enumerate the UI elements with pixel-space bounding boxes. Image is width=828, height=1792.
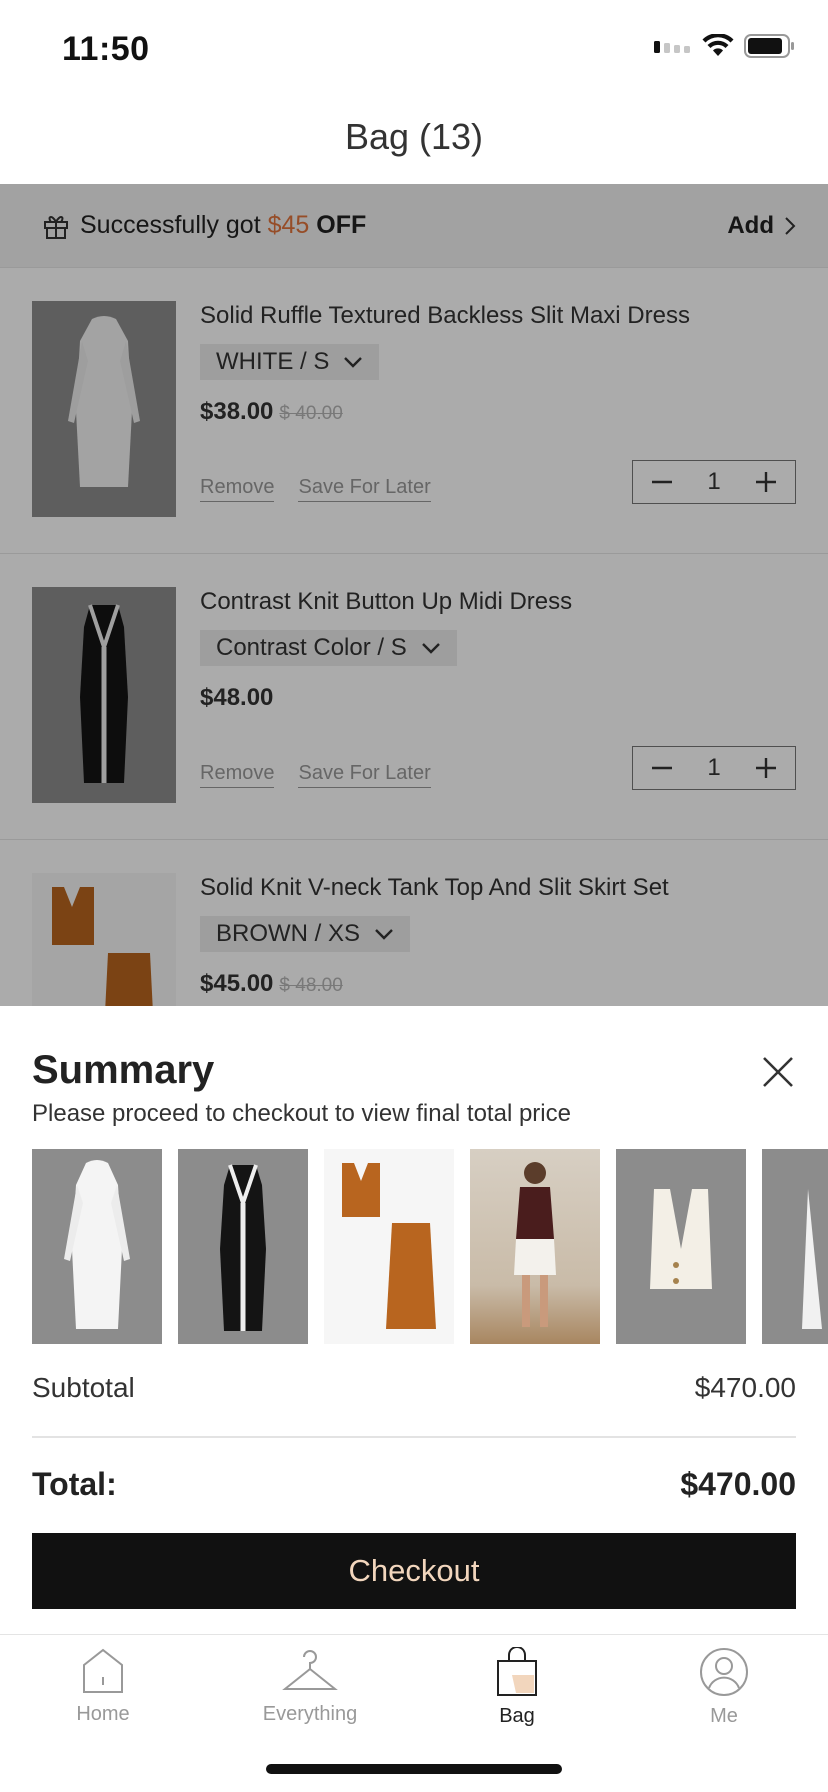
subtotal-label: Subtotal: [32, 1372, 135, 1403]
current-price: $38.00: [200, 398, 274, 425]
plus-icon[interactable]: [755, 757, 777, 779]
bag-content: Successfully got $45 OFF Add Solid Ruffl…: [0, 184, 828, 1006]
promo-prefix: Successfully got: [80, 211, 268, 239]
close-icon[interactable]: [760, 1054, 796, 1090]
chevron-down-icon: [344, 357, 363, 368]
promo-bar: Successfully got $45 OFF Add: [0, 184, 828, 268]
total-label: Total:: [32, 1466, 117, 1502]
status-bar: 11:50: [0, 0, 828, 96]
product-name[interactable]: Solid Knit V-neck Tank Top And Slit Skir…: [200, 874, 669, 902]
tab-label: Me: [710, 1705, 738, 1727]
item-actions: Remove Save For Later: [200, 762, 431, 788]
price: $38.00 $ 40.00: [200, 398, 343, 426]
plus-icon[interactable]: [755, 471, 777, 493]
original-price: $ 48.00: [279, 975, 343, 996]
status-icons: [654, 34, 796, 58]
current-price: $45.00: [200, 970, 274, 997]
product-image[interactable]: [32, 873, 176, 1006]
promo-text: Successfully got $45 OFF: [80, 211, 366, 240]
cart-item: Solid Knit V-neck Tank Top And Slit Skir…: [0, 840, 828, 1006]
variant-selector[interactable]: WHITE / S: [200, 344, 380, 380]
tab-bar: Home Everything Bag Me: [0, 1634, 828, 1792]
variant-label: Contrast Color / S: [216, 634, 407, 661]
variant-selector[interactable]: BROWN / XS: [200, 916, 411, 952]
tab-label: Bag: [499, 1705, 535, 1727]
summary-title: Summary: [32, 1048, 215, 1092]
promo-amount: $45: [267, 211, 310, 239]
hanger-icon: [282, 1650, 338, 1690]
summary-sheet: Summary Please proceed to checkout to vi…: [0, 1006, 828, 1634]
product-image[interactable]: [32, 587, 176, 803]
subtotal-value: $470.00: [694, 1372, 796, 1403]
summary-thumbnails[interactable]: [32, 1149, 828, 1345]
summary-thumbnail[interactable]: [616, 1149, 746, 1344]
chevron-right-icon: [785, 216, 796, 235]
variant-label: BROWN / XS: [216, 920, 361, 947]
promo-suffix: OFF: [309, 211, 367, 239]
header: Bag (13): [0, 96, 828, 184]
signal-icon: [654, 41, 690, 53]
total-value: $470.00: [680, 1466, 796, 1502]
tab-bag[interactable]: Bag: [437, 1647, 597, 1728]
battery-icon: [744, 34, 794, 58]
quantity-value: 1: [707, 754, 721, 781]
gift-icon: [44, 215, 68, 239]
product-name[interactable]: Contrast Knit Button Up Midi Dress: [200, 588, 572, 616]
quantity-value: 1: [707, 468, 721, 495]
cart-item: Solid Ruffle Textured Backless Slit Maxi…: [0, 268, 828, 554]
price: $48.00: [200, 684, 273, 712]
status-time: 11:50: [62, 30, 150, 68]
profile-icon: [700, 1648, 748, 1696]
divider: [32, 1436, 796, 1438]
product-image[interactable]: [32, 301, 176, 517]
home-indicator: [266, 1764, 562, 1774]
product-name[interactable]: Solid Ruffle Textured Backless Slit Maxi…: [200, 302, 690, 330]
minus-icon[interactable]: [651, 757, 673, 779]
quantity-stepper: 1: [632, 460, 796, 504]
variant-selector[interactable]: Contrast Color / S: [200, 630, 457, 666]
summary-thumbnail[interactable]: [324, 1149, 454, 1344]
total-row: Total: $470.00: [32, 1466, 796, 1503]
save-for-later-button[interactable]: Save For Later: [298, 476, 431, 502]
summary-thumbnail[interactable]: [470, 1149, 600, 1344]
promo-add-button[interactable]: Add: [727, 212, 796, 240]
chevron-down-icon: [421, 643, 440, 654]
tab-me[interactable]: Me: [644, 1647, 804, 1728]
original-price: $ 40.00: [279, 403, 343, 424]
subtotal-row: Subtotal $470.00: [32, 1372, 796, 1404]
wifi-icon: [702, 34, 734, 56]
tab-label: Everything: [262, 1703, 358, 1725]
variant-label: WHITE / S: [216, 348, 330, 375]
bag-icon: [497, 1647, 537, 1696]
checkout-button[interactable]: Checkout: [32, 1533, 796, 1609]
summary-thumbnail[interactable]: [178, 1149, 308, 1344]
current-price: $48.00: [200, 684, 274, 711]
remove-button[interactable]: Remove: [200, 476, 275, 502]
chevron-down-icon: [375, 929, 393, 940]
tab-home[interactable]: Home: [23, 1647, 183, 1726]
summary-thumbnail[interactable]: [32, 1149, 162, 1344]
home-icon: [83, 1648, 123, 1693]
minus-icon[interactable]: [651, 471, 673, 493]
cart-item: Contrast Knit Button Up Midi Dress Contr…: [0, 554, 828, 840]
price: $45.00 $ 48.00: [200, 970, 343, 998]
page-title: Bag (13): [344, 116, 484, 157]
tab-label: Home: [76, 1703, 130, 1725]
item-actions: Remove Save For Later: [200, 476, 431, 502]
summary-subtitle: Please proceed to checkout to view final…: [32, 1100, 571, 1127]
summary-thumbnail[interactable]: [762, 1149, 828, 1344]
promo-add-label: Add: [727, 211, 774, 239]
save-for-later-button[interactable]: Save For Later: [298, 762, 431, 788]
remove-button[interactable]: Remove: [200, 762, 275, 788]
quantity-stepper: 1: [632, 746, 796, 790]
tab-everything[interactable]: Everything: [230, 1647, 390, 1726]
